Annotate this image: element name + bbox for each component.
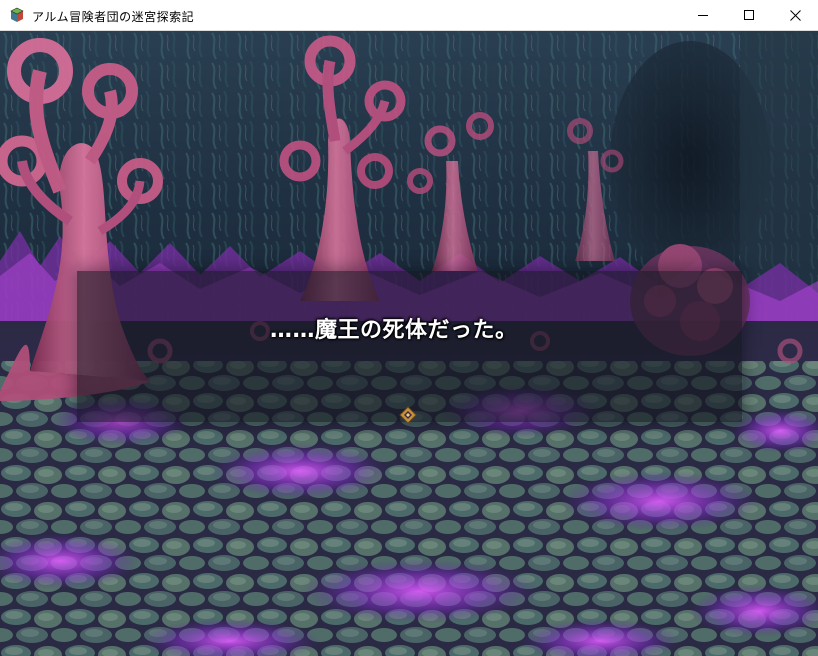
game-window: アルム冒険者団の迷宮探索記 ……魔王の死体だった。 (0, 0, 818, 656)
pause-diamond-icon (399, 406, 417, 424)
window-title: アルム冒険者団の迷宮探索記 (32, 10, 195, 24)
game-canvas[interactable]: ……魔王の死体だった。 (0, 31, 818, 656)
message-window[interactable] (77, 271, 742, 422)
title-bar[interactable]: アルム冒険者団の迷宮探索記 (0, 0, 818, 31)
maximize-button[interactable] (726, 0, 772, 30)
maximize-icon (744, 10, 754, 20)
minimize-button[interactable] (680, 0, 726, 30)
close-button[interactable] (772, 0, 818, 30)
game-cube-icon (10, 7, 24, 22)
minimize-icon (698, 15, 708, 16)
message-text: ……魔王の死体だった。 (270, 318, 518, 343)
close-icon (789, 9, 801, 21)
